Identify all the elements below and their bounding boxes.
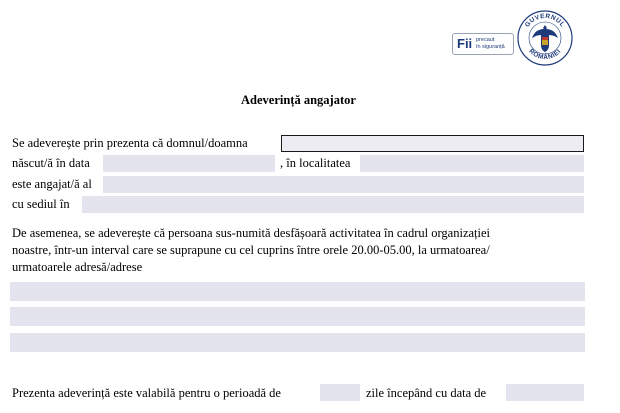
headquarters-field[interactable] — [82, 196, 584, 213]
address-field-3[interactable] — [10, 333, 585, 352]
start-date-label: zile începând cu data de — [366, 386, 487, 400]
address-field-1[interactable] — [10, 282, 585, 301]
badge-tagline: precaut în siguranță — [476, 37, 505, 50]
address-field-2[interactable] — [10, 307, 585, 326]
period-days-field[interactable] — [320, 384, 360, 401]
paragraph-line-1: De asemenea, se adeverește că persoana s… — [12, 226, 491, 240]
birth-date-field[interactable] — [103, 155, 275, 172]
birth-place-label: , în localitatea — [280, 156, 351, 170]
birth-place-field[interactable] — [360, 155, 584, 172]
eagle-icon — [532, 25, 558, 52]
employer-field[interactable] — [103, 176, 584, 193]
employee-name-field[interactable] — [281, 135, 584, 152]
birth-date-label: născut/ă în data — [12, 156, 90, 170]
start-date-field[interactable] — [506, 384, 584, 401]
badge-brand-text: Fii — [457, 36, 473, 51]
validity-label: Prezenta adeverință este valabilă pentru… — [12, 386, 281, 400]
headquarters-label: cu sediul în — [12, 197, 70, 211]
employee-name-label: Se adeverește prin prezenta că domnul/do… — [12, 136, 248, 150]
fii-precaut-badge: Fii precaut în siguranță — [452, 33, 514, 55]
paragraph-line-2: noastre, într-un interval care se suprap… — [12, 243, 490, 257]
document-title: Adeverință angajator — [241, 93, 356, 107]
employer-label: este angajat/ă al — [12, 177, 92, 191]
paragraph-line-3: urmatoarele adresă/adrese — [12, 260, 143, 274]
government-seal-icon: GUVERNUL ROMÂNIEI — [517, 10, 573, 66]
